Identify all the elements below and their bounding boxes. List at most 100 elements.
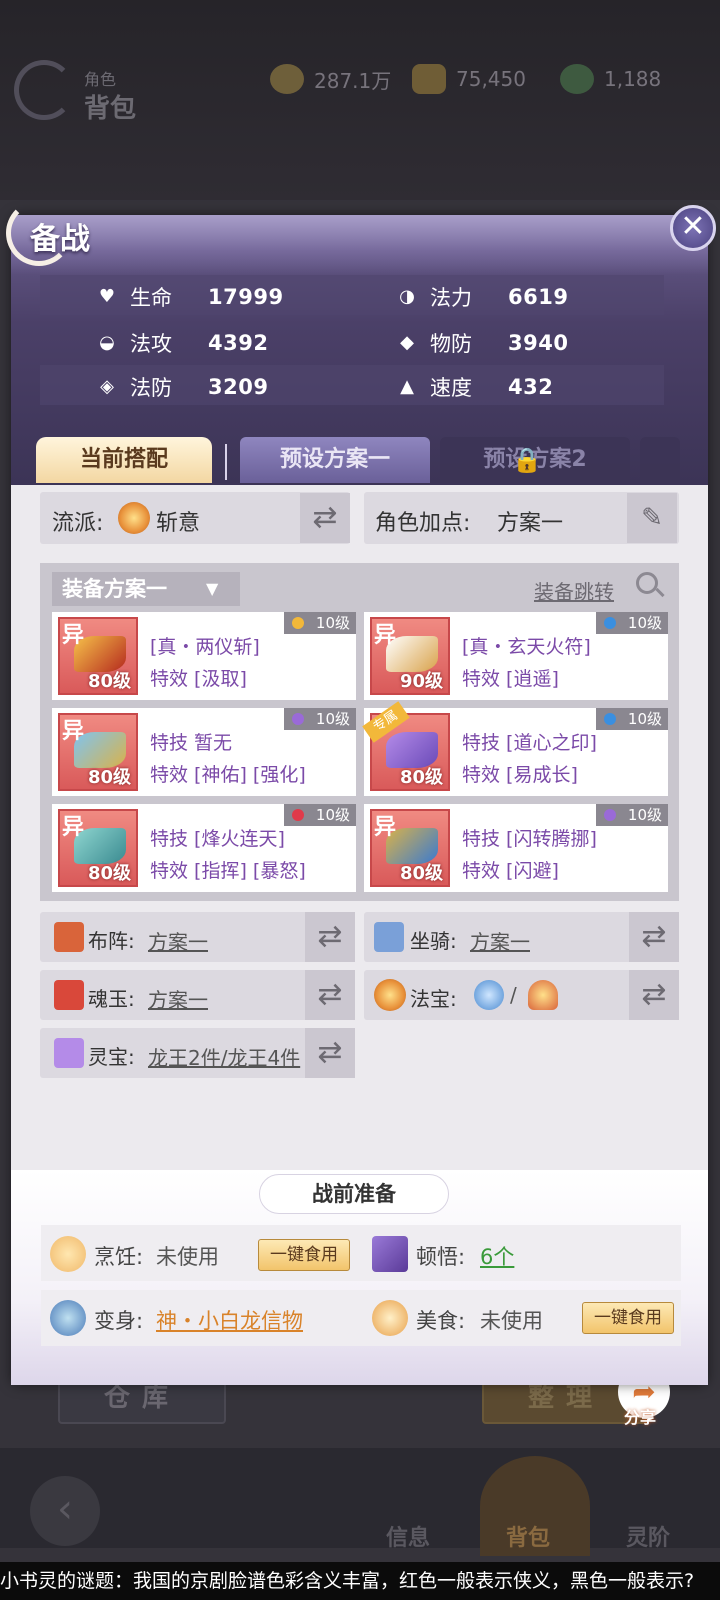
cooking-label: 烹饪: bbox=[94, 1245, 144, 1269]
equip-line2: 特效 [闪避] bbox=[462, 860, 559, 882]
equip-line2: 特效 [神佑] [强化] bbox=[150, 764, 306, 786]
tab-preset-1[interactable]: 预设方案一 bbox=[240, 437, 430, 483]
fire-orb-icon bbox=[374, 979, 406, 1011]
equip-card-talisman[interactable]: 异 90级 10级 [真・玄天火符] 特效 [逍遥] bbox=[364, 612, 668, 700]
resource-ingot: 75,450 bbox=[412, 64, 526, 94]
page-title: 背包 bbox=[84, 94, 137, 124]
spirit-treasure-swap-button[interactable]: ⇄ bbox=[305, 1028, 355, 1078]
equip-tag: 异 bbox=[62, 623, 85, 648]
equip-line1: 特技 [道心之印] bbox=[462, 732, 597, 754]
close-button[interactable]: ✕ bbox=[670, 205, 716, 251]
stat-speed: ▲ 速度 432 bbox=[396, 372, 553, 402]
equip-line1: 特技 [闪转腾挪] bbox=[462, 828, 597, 850]
equip-line2: 特效 [指挥] [暴怒] bbox=[150, 860, 306, 882]
equip-line2: 特效 [汲取] bbox=[150, 668, 247, 690]
equip-line2: 特效 [逍遥] bbox=[462, 668, 559, 690]
equip-level: 80级 bbox=[88, 671, 132, 692]
coin-icon bbox=[270, 64, 304, 94]
gem-icon bbox=[604, 809, 616, 821]
attr-points-value: 方案一 bbox=[497, 511, 564, 536]
equip-tag: 异 bbox=[374, 815, 397, 840]
ring-treasure-icon[interactable] bbox=[474, 980, 504, 1010]
formation-book-icon bbox=[54, 922, 84, 952]
equip-level: 90级 bbox=[400, 671, 444, 692]
dragon-token-icon bbox=[50, 1300, 86, 1336]
ingot-icon bbox=[412, 64, 446, 94]
shield-icon: ◈ bbox=[100, 376, 114, 397]
refine-badge: 10级 bbox=[284, 708, 356, 730]
equip-jump-link[interactable]: 装备跳转 bbox=[534, 576, 614, 605]
tab-more[interactable] bbox=[640, 437, 680, 483]
soul-jade-icon bbox=[54, 980, 84, 1010]
stat-phys-def: ◆ 物防 3940 bbox=[396, 328, 568, 358]
school-swap-button[interactable]: ⇄ bbox=[300, 493, 350, 543]
gem-icon bbox=[604, 617, 616, 629]
mount-swap-button[interactable]: ⇄ bbox=[629, 912, 679, 962]
back-icon[interactable]: ‹ bbox=[30, 1476, 100, 1546]
equip-card-helmet[interactable]: 异 80级 10级 特技 暂无 特效 [神佑] [强化] bbox=[52, 708, 356, 796]
spirit-treasure-value[interactable]: 龙王2件/龙王4件 bbox=[148, 1042, 300, 1071]
refine-badge: 10级 bbox=[284, 804, 356, 826]
nav-info[interactable]: 信息 bbox=[386, 1520, 430, 1552]
moon-logo-icon bbox=[14, 60, 74, 120]
chevron-down-icon[interactable]: ▼ bbox=[206, 572, 218, 606]
insight-value[interactable]: 6个 bbox=[480, 1241, 514, 1271]
equip-line1: [真・两仪斩] bbox=[150, 636, 260, 658]
stat-magic-def: ◈ 法防 3209 bbox=[96, 372, 268, 402]
scroll-icon bbox=[374, 922, 404, 952]
food-bowl-icon bbox=[372, 1300, 408, 1336]
stat-mp: ◑ 法力 6619 bbox=[396, 282, 568, 312]
gem-icon bbox=[604, 713, 616, 725]
cooking-eat-button[interactable]: 一键食用 bbox=[258, 1239, 350, 1271]
boot-icon: ▲ bbox=[400, 376, 414, 397]
tab-divider bbox=[225, 444, 227, 480]
resource-jade: 1,188 bbox=[560, 64, 661, 94]
mount-value[interactable]: 方案一 bbox=[470, 926, 530, 955]
nav-spirit-rank[interactable]: 灵阶 bbox=[626, 1520, 670, 1552]
gift-box-icon bbox=[54, 1038, 84, 1068]
insight-book-icon bbox=[372, 1236, 408, 1272]
armor-icon: ◆ bbox=[400, 332, 414, 353]
brush-icon[interactable]: ✎ bbox=[627, 493, 677, 543]
equip-line2: 特效 [易成长] bbox=[462, 764, 578, 786]
nav-bag[interactable]: 背包 bbox=[506, 1520, 550, 1552]
bun-icon bbox=[50, 1236, 86, 1272]
formation-value[interactable]: 方案一 bbox=[148, 926, 208, 955]
school-label: 流派: bbox=[52, 511, 104, 536]
flame-icon bbox=[118, 502, 150, 534]
equip-tag: 异 bbox=[374, 623, 397, 648]
bottom-nav bbox=[0, 1448, 720, 1548]
search-icon[interactable] bbox=[636, 572, 658, 594]
formation-swap-button[interactable]: ⇄ bbox=[305, 912, 355, 962]
equip-level: 80级 bbox=[400, 863, 444, 884]
cup-treasure-icon[interactable] bbox=[528, 980, 558, 1010]
tab-current-setup[interactable]: 当前搭配 bbox=[36, 437, 212, 483]
equip-line1: 特技 暂无 bbox=[150, 732, 233, 754]
equip-card-belt[interactable]: 异 80级 10级 特技 [烽火连天] 特效 [指挥] [暴怒] bbox=[52, 804, 356, 892]
attr-points-label: 角色加点: bbox=[375, 511, 471, 536]
equip-card-boots[interactable]: 异 80级 10级 特技 [闪转腾挪] 特效 [闪避] bbox=[364, 804, 668, 892]
soul-jade-value[interactable]: 方案一 bbox=[148, 984, 208, 1013]
food-eat-button[interactable]: 一键食用 bbox=[582, 1302, 674, 1334]
insight-label: 顿悟: bbox=[416, 1245, 466, 1269]
equip-card-robe[interactable]: 专属 80级 10级 特技 [道心之印] 特效 [易成长] bbox=[362, 701, 668, 796]
heart-icon: ♥ bbox=[98, 286, 116, 307]
magic-treasure-swap-button[interactable]: ⇄ bbox=[629, 970, 679, 1020]
jade-icon bbox=[560, 64, 594, 94]
resource-coin: 287.1万 bbox=[270, 64, 391, 94]
lock-icon: 🔒 bbox=[512, 446, 542, 474]
transform-label: 变身: bbox=[94, 1309, 144, 1333]
share-label[interactable]: 分享 bbox=[624, 1404, 656, 1428]
transform-value[interactable]: 神・小白龙信物 bbox=[156, 1305, 303, 1335]
magic-treasure-label: 法宝: bbox=[410, 987, 457, 1011]
refine-badge: 10级 bbox=[596, 804, 668, 826]
equip-card-weapon[interactable]: 异 80级 10级 [真・两仪斩] 特效 [汲取] bbox=[52, 612, 356, 700]
gem-icon bbox=[292, 809, 304, 821]
stat-hp: ♥ 生命 17999 bbox=[96, 282, 284, 312]
equip-tag: 异 bbox=[62, 815, 85, 840]
formation-label: 布阵: bbox=[88, 929, 135, 953]
refine-badge: 10级 bbox=[596, 612, 668, 634]
soul-jade-label: 魂玉: bbox=[88, 987, 135, 1011]
equip-level: 80级 bbox=[88, 767, 132, 788]
soul-jade-swap-button[interactable]: ⇄ bbox=[305, 970, 355, 1020]
